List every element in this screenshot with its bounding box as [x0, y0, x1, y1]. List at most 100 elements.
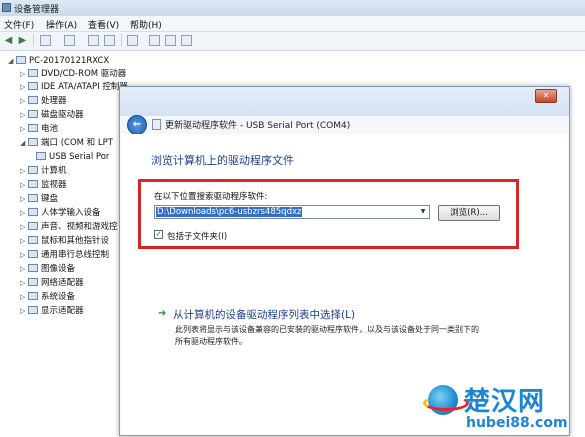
tree-root-label: PC-20170121RXCX — [29, 56, 110, 66]
tree-item[interactable]: ▷ 磁盘驱动器 — [20, 109, 84, 122]
watermark-brand: 楚汉网 — [464, 387, 546, 417]
tree-item-label: 人体学输入设备 — [41, 208, 101, 218]
tree-item-label: 声音、视频和游戏控 — [41, 222, 118, 232]
expand-icon[interactable]: ▷ — [20, 277, 28, 290]
tree-item-label: 通用串行总线控制 — [41, 250, 110, 260]
tree-item-label: 端口 (COM 和 LPT — [41, 138, 113, 148]
dialog-header — [120, 87, 569, 116]
browse-button[interactable]: 浏览(R)... — [438, 205, 500, 221]
include-subfolders-checkbox[interactable]: ✓ — [154, 230, 163, 239]
view-icon[interactable] — [104, 35, 115, 46]
network-adapter-icon — [28, 278, 38, 286]
close-icon[interactable]: ✕ — [535, 89, 557, 103]
device-icon — [152, 119, 161, 130]
dialog-heading: 浏览计算机上的驱动程序文件 — [151, 154, 294, 167]
collapse-icon[interactable]: ◢ — [20, 137, 28, 150]
expand-icon[interactable]: ▷ — [20, 249, 28, 262]
chevron-down-icon[interactable]: ▼ — [418, 207, 428, 217]
tree-root[interactable]: ◢ PC-20170121RXCX — [8, 55, 109, 68]
expand-icon[interactable]: ▷ — [20, 81, 28, 94]
expand-icon[interactable]: ▷ — [20, 221, 28, 234]
tree-item-label: 键盘 — [41, 194, 59, 204]
help-icon[interactable] — [88, 35, 99, 46]
mouse-icon — [28, 236, 38, 244]
tree-item-label: 网络适配器 — [41, 278, 84, 288]
properties-icon[interactable] — [40, 35, 51, 46]
tree-item-label: 鼠标和其他指针设 — [41, 236, 110, 246]
tree-item[interactable]: ▷ 计算机 — [20, 165, 67, 178]
tree-item[interactable]: ▷ 键盘 — [20, 193, 58, 206]
tree-item[interactable]: ▷ 网络适配器 — [20, 277, 84, 290]
forward-icon[interactable]: ▶ — [17, 35, 28, 46]
expand-icon[interactable]: ▷ — [20, 305, 28, 318]
tree-item[interactable]: ▷ DVD/CD-ROM 驱动器 — [20, 68, 126, 81]
keyboard-icon — [28, 194, 38, 202]
sound-icon — [28, 222, 38, 230]
toolbar: ◀ ▶ — [0, 32, 585, 51]
description-line: 所有驱动程序软件。 — [175, 337, 247, 346]
tree-item[interactable]: ▷ 声音、视频和游戏控 — [20, 221, 118, 234]
expand-icon[interactable]: ▷ — [20, 235, 28, 248]
menu-help[interactable]: 帮助(H) — [130, 18, 162, 31]
scan-hardware-icon[interactable] — [181, 35, 192, 46]
back-icon[interactable]: ◀ — [3, 35, 14, 46]
usb-controller-icon — [28, 250, 38, 258]
tree-item[interactable]: ▷ IDE ATA/ATAPI 控制器 — [20, 81, 128, 94]
tree-item[interactable]: ▷ 图像设备 — [20, 263, 75, 276]
tree-item-label: 图像设备 — [41, 264, 76, 274]
tree-item[interactable]: ▷ 显示适配器 — [20, 305, 84, 318]
tree-item[interactable]: ▷ 电池 — [20, 123, 58, 136]
dialog-title: 更新驱动程序软件 - USB Serial Port (COM4) — [165, 121, 351, 131]
tree-item-label: 系统设备 — [41, 292, 76, 302]
tree-item-label: USB Serial Por — [49, 152, 110, 162]
tree-item[interactable]: ▷ 鼠标和其他指针设 — [20, 235, 109, 248]
uninstall-icon[interactable] — [165, 35, 176, 46]
expand-icon[interactable]: ▷ — [20, 109, 28, 122]
driver-path-combobox[interactable]: D:\Downloads\pc6-usbzrs485qdxz ▼ — [154, 205, 430, 219]
tree-item[interactable]: ▷ 系统设备 — [20, 291, 75, 304]
menu-action[interactable]: 操作(A) — [46, 18, 77, 31]
tree-item[interactable]: USB Serial Por — [36, 151, 109, 164]
enable-icon[interactable] — [149, 35, 160, 46]
ide-controller-icon — [28, 82, 38, 90]
site-watermark: 楚汉网 hubei88.com — [423, 377, 585, 437]
disk-drive-icon — [28, 110, 38, 118]
expand-icon[interactable]: ▷ — [20, 263, 28, 276]
tree-item[interactable]: ▷ 通用串行总线控制 — [20, 249, 109, 262]
menu-view[interactable]: 查看(V) — [88, 18, 119, 31]
expand-icon[interactable]: ▷ — [20, 179, 28, 192]
expand-icon[interactable]: ▷ — [20, 68, 28, 81]
back-arrow-icon[interactable]: ← — [127, 115, 147, 135]
expand-icon[interactable]: ▷ — [20, 123, 28, 136]
expand-icon[interactable]: ▷ — [20, 291, 28, 304]
system-device-icon — [28, 292, 38, 300]
pick-from-list-description: 此列表将显示与该设备兼容的已安装的驱动程序软件，以及与该设备处于同一类别下的 所… — [175, 324, 525, 348]
processor-icon — [28, 96, 38, 104]
battery-icon — [28, 124, 38, 132]
monitor-icon — [28, 180, 38, 188]
include-subfolders-label: 包括子文件夹(I) — [167, 232, 228, 242]
hid-icon — [28, 208, 38, 216]
pick-from-list-link[interactable]: 从计算机的设备驱动程序列表中选择(L) — [173, 307, 355, 322]
scan-icon[interactable] — [64, 35, 75, 46]
watermark-url: hubei88.com — [466, 415, 568, 431]
dvd-drive-icon — [28, 69, 38, 77]
collapse-icon[interactable]: ◢ — [8, 55, 16, 68]
tree-item[interactable]: ▷ 处理器 — [20, 95, 67, 108]
tree-item[interactable]: ◢ 端口 (COM 和 LPT — [20, 137, 113, 150]
description-line: 此列表将显示与该设备兼容的已安装的驱动程序软件，以及与该设备处于同一类别下的 — [175, 325, 479, 334]
tree-item[interactable]: ▷ 监视器 — [20, 179, 67, 192]
computer-icon — [28, 166, 38, 174]
tree-item[interactable]: ▷ 人体学输入设备 — [20, 207, 101, 220]
menu-file[interactable]: 文件(F) — [4, 18, 34, 31]
tree-item-label: IDE ATA/ATAPI 控制器 — [41, 82, 128, 92]
expand-icon[interactable]: ▷ — [20, 165, 28, 178]
expand-icon[interactable]: ▷ — [20, 95, 28, 108]
computer-icon — [16, 56, 26, 64]
imaging-device-icon — [28, 264, 38, 272]
expand-icon[interactable]: ▷ — [20, 193, 28, 206]
toolbar-separator — [33, 34, 34, 47]
expand-icon[interactable]: ▷ — [20, 207, 28, 220]
port-icon — [28, 138, 38, 146]
update-driver-icon[interactable] — [127, 35, 138, 46]
